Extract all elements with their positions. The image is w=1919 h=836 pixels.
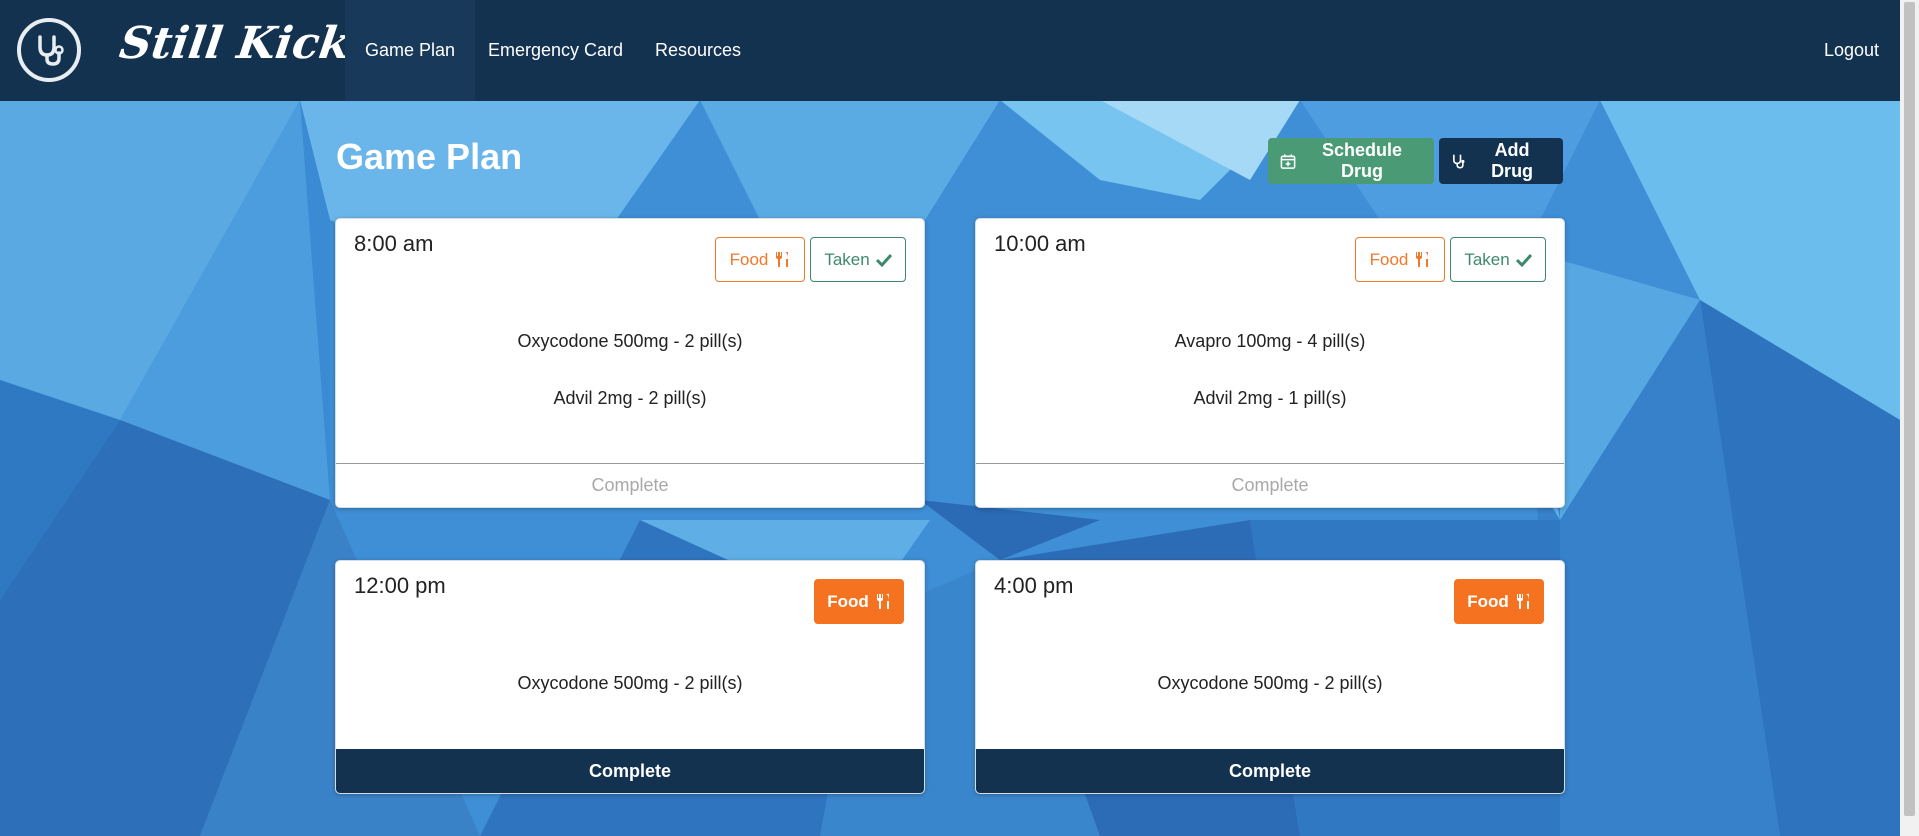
add-drug-label: Add Drug [1491, 140, 1534, 181]
complete-button[interactable]: Complete [336, 749, 924, 793]
top-navbar: Still Kicking Game Plan Emergency Card R… [0, 0, 1900, 101]
logo[interactable] [17, 18, 81, 82]
add-drug-button[interactable]: Add Drug [1439, 138, 1563, 184]
utensils-icon [776, 252, 789, 267]
card-time: 4:00 pm [994, 573, 1074, 598]
main-content: Game Plan Schedule Drug Add Drug 8:00 am… [0, 0, 1900, 836]
schedule-card: 4:00 pm Food Oxycodone 500mg - 2 pill(s)… [975, 560, 1565, 794]
card-time: 12:00 pm [354, 573, 446, 598]
drug-item: Advil 2mg - 1 pill(s) [1193, 388, 1347, 408]
utensils-icon [876, 594, 889, 609]
vertical-scrollbar[interactable] [1900, 0, 1919, 836]
logout-link[interactable]: Logout [1804, 0, 1899, 101]
drug-item: Oxycodone 500mg - 2 pill(s) [517, 673, 743, 693]
drug-item: Avapro 100mg - 4 pill(s) [1174, 331, 1366, 351]
schedule-card: 10:00 am Food Taken Avapro 100mg - 4 pil… [975, 218, 1565, 508]
complete-button[interactable]: Complete [976, 463, 1564, 507]
taken-toggle[interactable]: Taken [1450, 237, 1546, 282]
utensils-icon [1416, 252, 1429, 267]
calendar-plus-icon [1280, 153, 1296, 169]
drug-item: Oxycodone 500mg - 2 pill(s) [517, 331, 743, 351]
schedule-drug-label: Schedule Drug [1322, 140, 1403, 181]
food-label: Food [1369, 249, 1409, 269]
complete-button[interactable]: Complete [336, 463, 924, 507]
food-toggle[interactable]: Food [1454, 579, 1544, 624]
drug-item: Advil 2mg - 2 pill(s) [553, 388, 707, 408]
food-toggle[interactable]: Food [715, 237, 805, 282]
scrollbar-thumb[interactable] [1904, 2, 1915, 816]
stethoscope-icon [1453, 154, 1465, 168]
card-time: 8:00 am [354, 231, 434, 256]
nav-resources[interactable]: Resources [635, 0, 761, 101]
card-time: 10:00 am [994, 231, 1086, 256]
drug-item: Oxycodone 500mg - 2 pill(s) [1157, 673, 1383, 693]
utensils-icon [1516, 594, 1529, 609]
food-toggle[interactable]: Food [814, 579, 904, 624]
nav-emergency-card[interactable]: Emergency Card [468, 0, 643, 101]
food-label: Food [1467, 591, 1509, 611]
food-label: Food [827, 591, 869, 611]
taken-label: Taken [1464, 249, 1510, 269]
food-label: Food [729, 249, 769, 269]
schedule-card: 12:00 pm Food Oxycodone 500mg - 2 pill(s… [335, 560, 925, 794]
check-icon [1515, 253, 1532, 267]
taken-toggle[interactable]: Taken [810, 237, 906, 282]
check-icon [875, 253, 892, 267]
schedule-card: 8:00 am Food Taken Oxycodone 500mg - 2 p… [335, 218, 925, 508]
food-toggle[interactable]: Food [1355, 237, 1445, 282]
nav-game-plan[interactable]: Game Plan [345, 0, 476, 101]
taken-label: Taken [824, 249, 870, 269]
page-title: Game Plan [336, 136, 523, 177]
schedule-drug-button[interactable]: Schedule Drug [1268, 138, 1434, 184]
complete-button[interactable]: Complete [976, 749, 1564, 793]
stethoscope-icon [38, 35, 64, 66]
